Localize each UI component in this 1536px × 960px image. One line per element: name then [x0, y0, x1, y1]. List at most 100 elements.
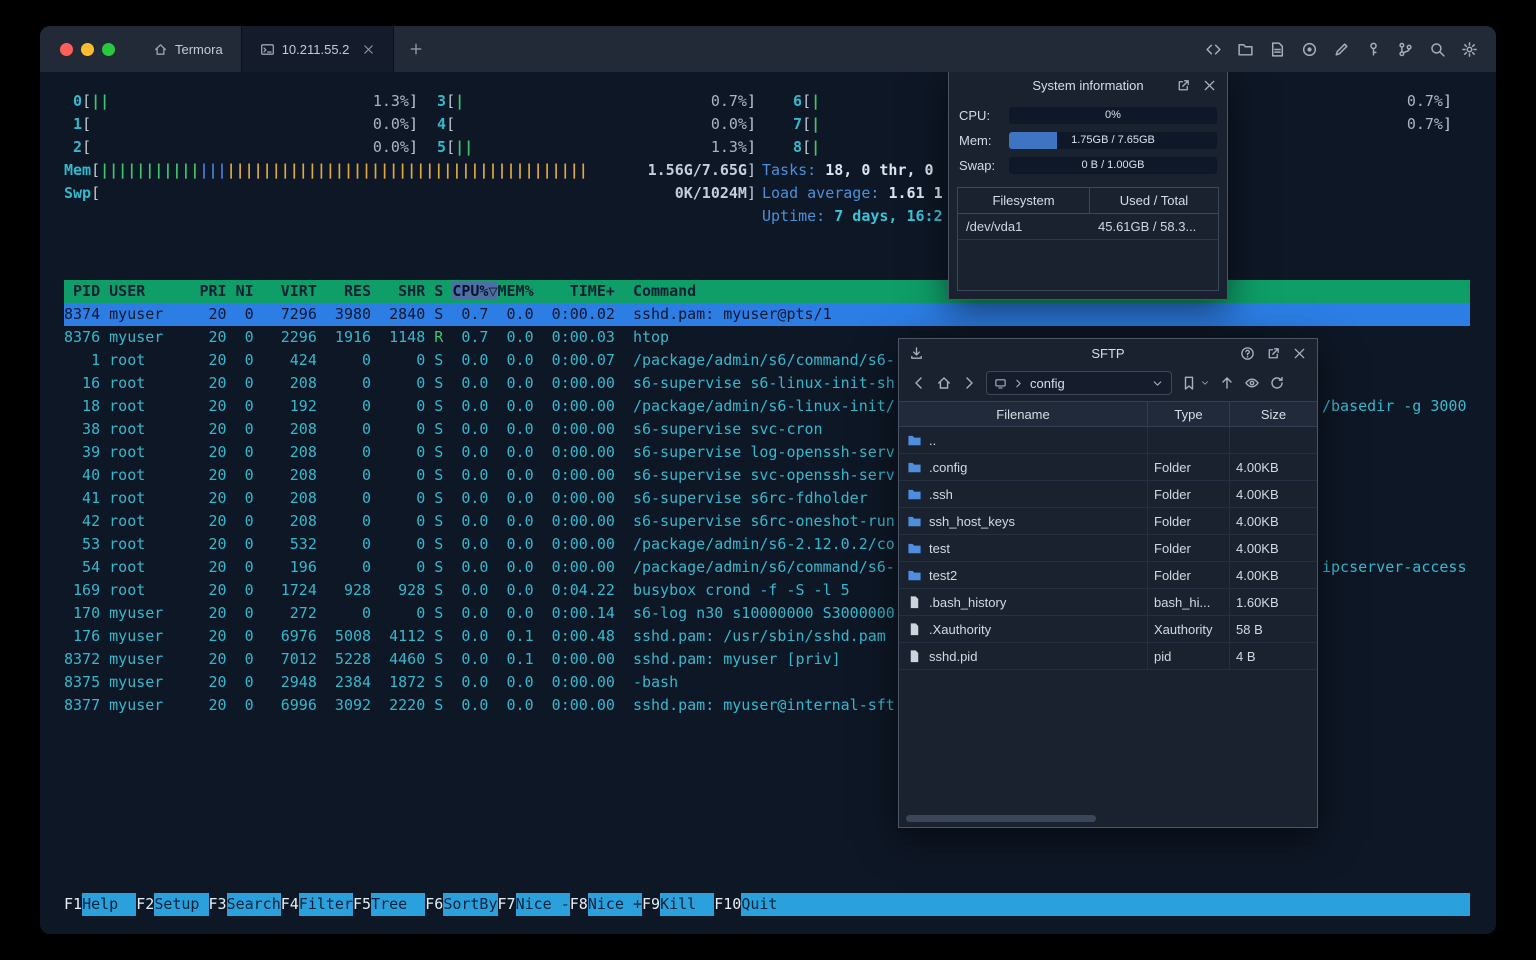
fn-key-F7[interactable]: F7	[497, 893, 516, 916]
notes-icon[interactable]	[1269, 41, 1286, 58]
fn-label-F6[interactable]: SortBy	[443, 893, 497, 916]
app-window: Termora 10.211.55.2 Tasks: 18, 0 thr, 0 …	[40, 26, 1496, 934]
fn-key-F8[interactable]: F8	[569, 893, 588, 916]
fn-key-F6[interactable]: F6	[425, 893, 444, 916]
fn-label-F10[interactable]: Quit	[741, 893, 795, 916]
zoom-window-button[interactable]	[102, 42, 115, 56]
process-row-8377[interactable]: 8377 myuser 20 0 6996 3092 2220 S 0.0 0.…	[64, 694, 895, 717]
sftp-title-bar: SFTP	[899, 339, 1317, 367]
filesystem-table-header: Filesystem Used / Total	[958, 188, 1218, 214]
code-icon[interactable]	[1205, 41, 1222, 58]
fn-label-F4[interactable]: Filter	[299, 893, 353, 916]
close-tab-icon[interactable]	[362, 43, 375, 56]
search-icon[interactable]	[1429, 41, 1446, 58]
process-row-8372[interactable]: 8372 myuser 20 0 7012 5228 4460 S 0.0 0.…	[64, 648, 841, 671]
open-in-window-icon[interactable]	[1266, 346, 1281, 361]
bookmark-icon[interactable]	[1181, 375, 1197, 391]
htop-header-row[interactable]: PID USER PRI NI VIRT RES SHR S CPU%▽MEM%…	[64, 280, 1470, 303]
pen-icon[interactable]	[1333, 41, 1350, 58]
horizontal-scrollbar[interactable]	[901, 815, 1315, 824]
meter-bar: 0%	[1009, 107, 1217, 124]
transfers-icon[interactable]	[909, 346, 924, 361]
home-icon[interactable]	[936, 375, 952, 391]
column-header-filename[interactable]: Filename	[899, 402, 1148, 426]
process-row-40[interactable]: 40 root 20 0 208 0 0 S 0.0 0.0 0:00.00 s…	[64, 464, 895, 487]
file-row[interactable]: sshd.pid pid 4 B	[899, 643, 1317, 670]
file-row[interactable]: ..	[899, 427, 1317, 454]
tab-ssh-session[interactable]: 10.211.55.2	[240, 26, 395, 72]
bookmark-dropdown-icon[interactable]	[1200, 378, 1210, 388]
column-header-type[interactable]: Type	[1148, 402, 1230, 426]
tab-termora-home[interactable]: Termora	[135, 26, 241, 72]
process-row-38[interactable]: 38 root 20 0 208 0 0 S 0.0 0.0 0:00.00 s…	[64, 418, 823, 441]
process-row-169[interactable]: 169 root 20 0 1724 928 928 S 0.0 0.0 0:0…	[64, 579, 850, 602]
key-icon[interactable]	[1365, 41, 1382, 58]
tasks-line: Tasks: 18, 0 thr, 0	[762, 161, 943, 179]
file-row[interactable]: ssh_host_keys Folder 4.00KB	[899, 508, 1317, 535]
fn-key-F2[interactable]: F2	[136, 893, 155, 916]
process-row-42[interactable]: 42 root 20 0 208 0 0 S 0.0 0.0 0:00.00 s…	[64, 510, 895, 533]
fn-key-F10[interactable]: F10	[714, 893, 742, 916]
fn-label-F1[interactable]: Help	[82, 893, 136, 916]
file-name: .config	[929, 459, 968, 475]
window-toolbar	[1205, 26, 1496, 72]
tab-label: 10.211.55.2	[281, 41, 350, 57]
file-row[interactable]: .config Folder 4.00KB	[899, 454, 1317, 481]
process-row-170[interactable]: 170 myuser 20 0 272 0 0 S 0.0 0.0 0:00.1…	[64, 602, 895, 625]
settings-icon[interactable]	[1461, 41, 1478, 58]
process-row-54[interactable]: 54 root 20 0 196 0 0 S 0.0 0.0 0:00.00 /…	[64, 556, 895, 579]
process-row-8376[interactable]: 8376 myuser 20 0 2296 1916 1148 R 0.7 0.…	[64, 326, 669, 349]
parent-directory-icon[interactable]	[1219, 375, 1235, 391]
chevron-down-icon[interactable]	[1151, 377, 1164, 390]
filesystem-row[interactable]: /dev/vda1 45.61GB / 58.3...	[958, 214, 1218, 240]
fn-key-F1[interactable]: F1	[64, 893, 83, 916]
show-hidden-icon[interactable]	[1244, 375, 1260, 391]
file-row[interactable]: test Folder 4.00KB	[899, 535, 1317, 562]
file-icon	[907, 649, 922, 664]
process-row-176[interactable]: 176 myuser 20 0 6976 5008 4112 S 0.0 0.1…	[64, 625, 886, 648]
scrollbar-thumb[interactable]	[906, 815, 1096, 822]
fn-label-F3[interactable]: Search	[227, 893, 281, 916]
fn-key-F9[interactable]: F9	[642, 893, 661, 916]
process-row-18[interactable]: 18 root 20 0 192 0 0 S 0.0 0.0 0:00.00 /…	[64, 395, 895, 418]
refresh-icon[interactable]	[1269, 375, 1285, 391]
column-header-size[interactable]: Size	[1230, 402, 1317, 426]
close-window-button[interactable]	[60, 42, 73, 56]
cpu-meter-3: 3[| 0.7%]	[428, 92, 756, 110]
sysinfo-meters: CPU: 0% Mem: 1.75GB / 7.65GB Swap: 0 B / 1.00…	[949, 107, 1227, 174]
record-icon[interactable]	[1301, 41, 1318, 58]
fn-label-F2[interactable]: Setup	[154, 893, 208, 916]
close-panel-icon[interactable]	[1202, 78, 1217, 93]
fn-label-F9[interactable]: Kill	[660, 893, 714, 916]
close-panel-icon[interactable]	[1292, 346, 1307, 361]
fn-label-F5[interactable]: Tree	[371, 893, 425, 916]
folder-icon	[907, 541, 922, 556]
file-row[interactable]: .ssh Folder 4.00KB	[899, 481, 1317, 508]
process-row-39[interactable]: 39 root 20 0 208 0 0 S 0.0 0.0 0:00.00 s…	[64, 441, 895, 464]
branch-icon[interactable]	[1397, 41, 1414, 58]
file-size: 4.00KB	[1236, 540, 1279, 556]
fn-key-F4[interactable]: F4	[280, 893, 299, 916]
fn-label-F7[interactable]: Nice -	[516, 893, 570, 916]
help-icon[interactable]	[1240, 346, 1255, 361]
process-row-8374[interactable]: 8374 myuser 20 0 7296 3980 2840 S 0.7 0.…	[64, 303, 1470, 326]
fn-label-F8[interactable]: Nice +	[588, 893, 642, 916]
process-row-1[interactable]: 1 root 20 0 424 0 0 S 0.0 0.0 0:00.07 /p…	[64, 349, 895, 372]
process-row-53[interactable]: 53 root 20 0 532 0 0 S 0.0 0.0 0:00.00 /…	[64, 533, 895, 556]
meter-label: Swap:	[959, 158, 996, 173]
file-row[interactable]: .bash_history bash_hi... 1.60KB	[899, 589, 1317, 616]
back-icon[interactable]	[911, 375, 927, 391]
file-row[interactable]: test2 Folder 4.00KB	[899, 562, 1317, 589]
path-breadcrumb[interactable]: config	[986, 371, 1172, 395]
fn-key-F5[interactable]: F5	[353, 893, 372, 916]
open-in-window-icon[interactable]	[1176, 78, 1191, 93]
fn-key-F3[interactable]: F3	[208, 893, 227, 916]
process-row-8375[interactable]: 8375 myuser 20 0 2948 2384 1872 S 0.0 0.…	[64, 671, 678, 694]
forward-icon[interactable]	[961, 375, 977, 391]
minimize-window-button[interactable]	[81, 42, 94, 56]
new-tab-button[interactable]	[394, 26, 438, 72]
process-row-16[interactable]: 16 root 20 0 208 0 0 S 0.0 0.0 0:00.00 s…	[64, 372, 895, 395]
file-row[interactable]: .Xauthority Xauthority 58 B	[899, 616, 1317, 643]
folder-icon[interactable]	[1237, 41, 1254, 58]
process-row-41[interactable]: 41 root 20 0 208 0 0 S 0.0 0.0 0:00.00 s…	[64, 487, 868, 510]
